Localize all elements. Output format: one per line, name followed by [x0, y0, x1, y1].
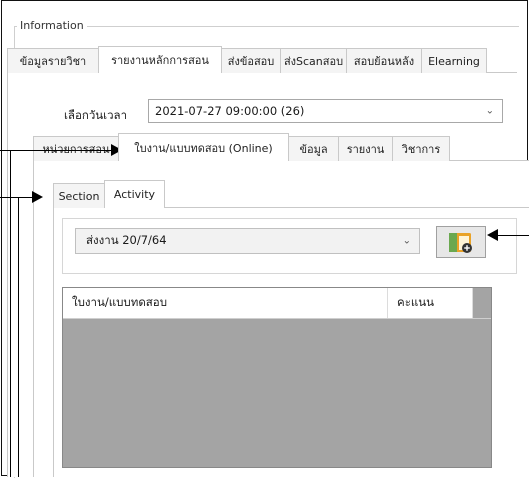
tab-data[interactable]: ข้อมูล — [288, 136, 339, 161]
column-header-worksheet[interactable]: ใบงาน/แบบทดสอบ — [63, 288, 388, 318]
tab-academic[interactable]: วิชาการ — [392, 136, 450, 161]
tab-course-info[interactable]: ข้อมูลรายวิชา — [7, 48, 99, 73]
worksheet-grid[interactable]: ใบงาน/แบบทดสอบ คะแนน — [62, 287, 492, 468]
date-select-value: 2021-07-27 09:00:00 (26) — [155, 104, 305, 118]
tab-elearning[interactable]: Elearning — [421, 48, 487, 73]
tab-teaching-report[interactable]: รายงานหลักการสอน — [98, 46, 222, 73]
sub-tabbar: หน่วยการสอน ใบงาน/แบบทดสอบ (Online) ข้อม… — [33, 133, 450, 161]
tab-section[interactable]: Section — [53, 183, 105, 208]
tab-activity[interactable]: Activity — [104, 180, 165, 208]
column-header-score[interactable]: คะแนน — [388, 288, 473, 318]
tab-teaching-unit[interactable]: หน่วยการสอน — [33, 136, 119, 161]
chevron-down-icon[interactable]: ⌄ — [403, 236, 411, 247]
column-header-empty — [473, 288, 491, 318]
add-file-button[interactable] — [436, 226, 486, 258]
tab-makeup-exam[interactable]: สอบย้อนหลัง — [346, 48, 422, 73]
activity-select[interactable]: ส่งงาน 20/7/64 ⌄ — [75, 228, 420, 254]
annotation-vertical-line — [10, 150, 11, 477]
activity-select-value: ส่งงาน 20/7/64 — [86, 233, 167, 247]
tab-worksheet-online[interactable]: ใบงาน/แบบทดสอบ (Online) — [118, 133, 289, 161]
grid-header: ใบงาน/แบบทดสอบ คะแนน — [63, 288, 491, 319]
chevron-down-icon[interactable]: ⌄ — [486, 106, 494, 117]
tab-submit-exam[interactable]: ส่งข้อสอบ — [221, 48, 281, 73]
annotation-arrow-line — [0, 150, 112, 151]
date-label: เลือกวันเวลา — [64, 108, 128, 122]
date-select[interactable]: 2021-07-27 09:00:00 (26) ⌄ — [148, 99, 503, 123]
annotation-arrow-line — [0, 197, 33, 198]
main-tabbar: ข้อมูลรายวิชา รายงานหลักการสอน ส่งข้อสอบ… — [7, 46, 487, 73]
folder-add-icon — [449, 233, 472, 253]
groupbox-title: Information — [17, 19, 87, 32]
tab-submit-scan[interactable]: ส่งScanสอบ — [280, 48, 347, 73]
annotation-arrow-line — [497, 235, 529, 236]
annotation-arrowhead — [32, 191, 43, 203]
groupbox-border-top — [14, 26, 519, 27]
tab-report[interactable]: รายงาน — [338, 136, 393, 161]
annotation-vertical-line — [18, 197, 19, 477]
inner-tabbar: Section Activity — [53, 180, 165, 208]
